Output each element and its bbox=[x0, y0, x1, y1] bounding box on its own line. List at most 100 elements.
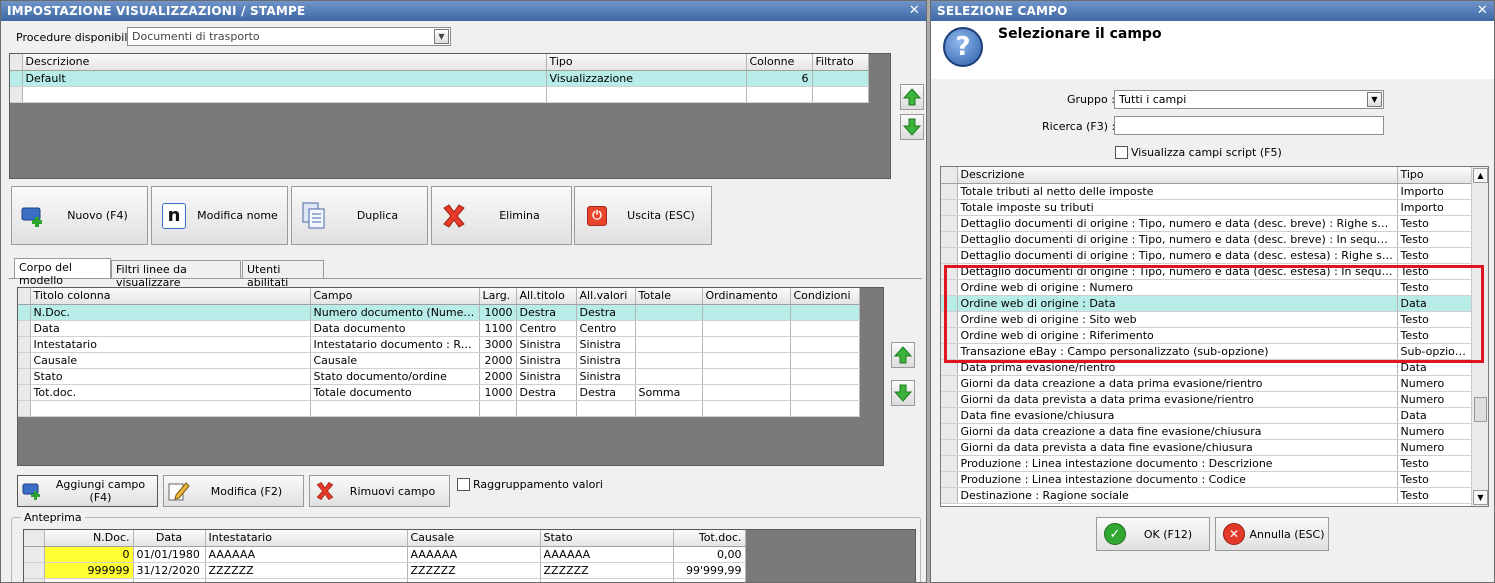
preview-column-header: Causale bbox=[407, 530, 541, 547]
table-row[interactable]: Data Data documento 1100 Centro Centro bbox=[18, 320, 860, 337]
table-row[interactable]: Default Visualizzazione 6 bbox=[10, 70, 869, 87]
column-header[interactable]: Ordinamento bbox=[702, 288, 791, 305]
table-row[interactable] bbox=[10, 86, 869, 103]
list-item[interactable]: Dettaglio documenti di origine : Tipo, n… bbox=[941, 247, 1472, 264]
list-item[interactable]: Giorni da data prevista a data prima eva… bbox=[941, 391, 1472, 408]
preview-column-header: N.Doc. bbox=[44, 530, 134, 547]
window-title: IMPOSTAZIONE VISUALIZZAZIONI / STAMPE bbox=[7, 4, 306, 18]
list-item[interactable]: Totale imposte su tributi Importo bbox=[941, 199, 1472, 216]
list-item[interactable]: Giorni da data creazione a data fine eva… bbox=[941, 423, 1472, 440]
list-item[interactable]: Data fine evasione/chiusura Data bbox=[941, 407, 1472, 424]
group-label: Gruppo : bbox=[1067, 93, 1115, 106]
column-header[interactable]: Condizioni bbox=[790, 288, 860, 305]
list-item[interactable]: Giorni da data prevista a data fine evas… bbox=[941, 439, 1472, 456]
table-row[interactable]: Tot.doc. Totale documento 1000 Destra Destra… bbox=[18, 384, 860, 401]
duplicate-icon bbox=[300, 202, 328, 230]
delete-x-icon bbox=[440, 202, 468, 230]
delete-button[interactable]: Elimina bbox=[431, 186, 572, 245]
list-item[interactable]: Giorni da data creazione a data prima ev… bbox=[941, 375, 1472, 392]
power-icon: ⏻ bbox=[583, 202, 611, 230]
check-icon: ✓ bbox=[1103, 520, 1127, 548]
remove-field-button[interactable]: Rimuovi campo bbox=[309, 475, 450, 507]
col-filtrato[interactable]: Filtrato bbox=[812, 54, 869, 71]
column-header[interactable]: Titolo colonna bbox=[30, 288, 311, 305]
chevron-down-icon[interactable]: ▼ bbox=[1367, 92, 1382, 107]
preview-grid: N.Doc. Data Intestatario Causale Stato Tot.do… bbox=[23, 529, 916, 582]
arrow-up-icon bbox=[903, 88, 921, 106]
new-button[interactable]: Nuovo (F4) bbox=[11, 186, 148, 245]
field-selection-title-bar: SELEZIONE CAMPO ✕ bbox=[931, 1, 1494, 21]
preview-row: 0 01/01/1980 AAAAAA AAAAAA AAAAAA 0,00 bbox=[24, 546, 746, 563]
edit-field-button[interactable]: Modifica (F2) bbox=[163, 475, 304, 507]
field-selection-window: SELEZIONE CAMPO ✕ ? Selezionare il campo … bbox=[930, 0, 1495, 583]
exit-button[interactable]: ⏻ Uscita (ESC) bbox=[574, 186, 712, 245]
arrow-up-icon bbox=[894, 346, 912, 364]
arrow-down-icon bbox=[894, 384, 912, 402]
preview-label: Anteprima bbox=[21, 511, 85, 524]
preview-column-header: Tot.doc. bbox=[673, 530, 746, 547]
search-input[interactable] bbox=[1114, 116, 1384, 135]
group-select[interactable]: Tutti i campi ▼ bbox=[1114, 90, 1384, 109]
models-grid: Descrizione Tipo Colonne Filtrato Defaul… bbox=[9, 53, 891, 179]
help-icon: ? bbox=[943, 27, 983, 67]
group-values-checkbox[interactable] bbox=[457, 478, 470, 491]
scroll-up-icon[interactable]: ▲ bbox=[1473, 168, 1488, 183]
group-values-label: Raggruppamento valori bbox=[473, 478, 603, 491]
close-icon[interactable]: ✕ bbox=[909, 3, 920, 18]
duplicate-button[interactable]: Duplica bbox=[291, 186, 428, 245]
chevron-down-icon[interactable]: ▼ bbox=[434, 29, 449, 44]
col-descrizione[interactable]: Descrizione bbox=[957, 167, 1398, 184]
settings-window: IMPOSTAZIONE VISUALIZZAZIONI / STAMPE ✕ P… bbox=[0, 0, 927, 583]
tab-utenti-abilitati[interactable]: Utenti abilitati bbox=[242, 260, 324, 289]
add-icon bbox=[22, 477, 44, 505]
tab-filtri-linee[interactable]: Filtri linee da visualizzare bbox=[111, 260, 241, 289]
preview-row: 999999 31/12/2020 ZZZZZZ ZZZZZZ ZZZZZZ 99'999… bbox=[24, 562, 746, 579]
list-item[interactable]: Dettaglio documenti di origine : Tipo, n… bbox=[941, 215, 1472, 232]
list-item[interactable]: Produzione : Linea intestazione document… bbox=[941, 471, 1472, 488]
settings-title-bar: IMPOSTAZIONE VISUALIZZAZIONI / STAMPE ✕ bbox=[1, 1, 926, 21]
tab-corpo-modello[interactable]: Corpo del modello bbox=[14, 258, 111, 287]
preview-column-header: Data bbox=[133, 530, 206, 547]
edit-icon bbox=[168, 477, 190, 505]
column-header[interactable]: Larg. bbox=[479, 288, 517, 305]
highlight-box bbox=[944, 265, 1484, 363]
preview-column-header: Intestatario bbox=[205, 530, 408, 547]
move-down-button[interactable] bbox=[900, 114, 924, 140]
rename-button[interactable]: n Modifica nome bbox=[151, 186, 288, 245]
preview-row: 99'999,99 bbox=[24, 578, 746, 582]
list-item[interactable]: Totale tributi al netto delle imposte Imp… bbox=[941, 183, 1472, 200]
col-descrizione[interactable]: Descrizione bbox=[22, 54, 547, 71]
scroll-down-icon[interactable]: ▼ bbox=[1473, 490, 1488, 505]
add-icon bbox=[20, 202, 48, 230]
col-colonne[interactable]: Colonne bbox=[746, 54, 813, 71]
list-item[interactable]: Produzione : Linea intestazione document… bbox=[941, 455, 1472, 472]
column-header[interactable]: All.valori bbox=[576, 288, 636, 305]
scroll-thumb[interactable] bbox=[1474, 397, 1487, 422]
col-tipo[interactable]: Tipo bbox=[1397, 167, 1472, 184]
move-up-button[interactable] bbox=[900, 84, 924, 110]
table-row[interactable]: N.Doc. Numero documento (Numero+… 1000 Dest… bbox=[18, 304, 860, 321]
column-header[interactable]: All.titolo bbox=[516, 288, 577, 305]
add-field-button[interactable]: Aggiungi campo (F4) bbox=[17, 475, 158, 507]
list-item[interactable]: Dettaglio documenti di origine : Tipo, n… bbox=[941, 231, 1472, 248]
close-icon[interactable]: ✕ bbox=[1477, 3, 1488, 18]
column-header[interactable]: Campo bbox=[310, 288, 480, 305]
delete-x-icon bbox=[314, 477, 336, 505]
table-row[interactable]: Causale Causale 2000 Sinistra Sinistra bbox=[18, 352, 860, 369]
arrow-down-icon bbox=[903, 118, 921, 136]
column-up-button[interactable] bbox=[891, 342, 915, 368]
procedure-select[interactable]: Documenti di trasporto ▼ bbox=[127, 27, 451, 46]
col-tipo[interactable]: Tipo bbox=[546, 54, 747, 71]
list-item[interactable]: Destinazione : Ragione sociale Testo bbox=[941, 487, 1472, 504]
column-down-button[interactable] bbox=[891, 380, 915, 406]
procedure-label: Procedure disponibili : bbox=[16, 31, 138, 44]
table-row[interactable]: Intestatario Intestatario documento : Rag… bbox=[18, 336, 860, 353]
ok-button[interactable]: ✓ OK (F12) bbox=[1096, 517, 1210, 551]
script-fields-label: Visualizza campi script (F5) bbox=[1131, 146, 1282, 159]
columns-grid: Titolo colonna Campo Larg. All.titolo All.va… bbox=[17, 287, 884, 466]
table-row[interactable]: Stato Stato documento/ordine 2000 Sinistra S… bbox=[18, 368, 860, 385]
table-row[interactable] bbox=[18, 400, 860, 417]
cancel-button[interactable]: ✕ Annulla (ESC) bbox=[1215, 517, 1329, 551]
column-header[interactable]: Totale bbox=[635, 288, 703, 305]
script-fields-checkbox[interactable] bbox=[1115, 146, 1128, 159]
